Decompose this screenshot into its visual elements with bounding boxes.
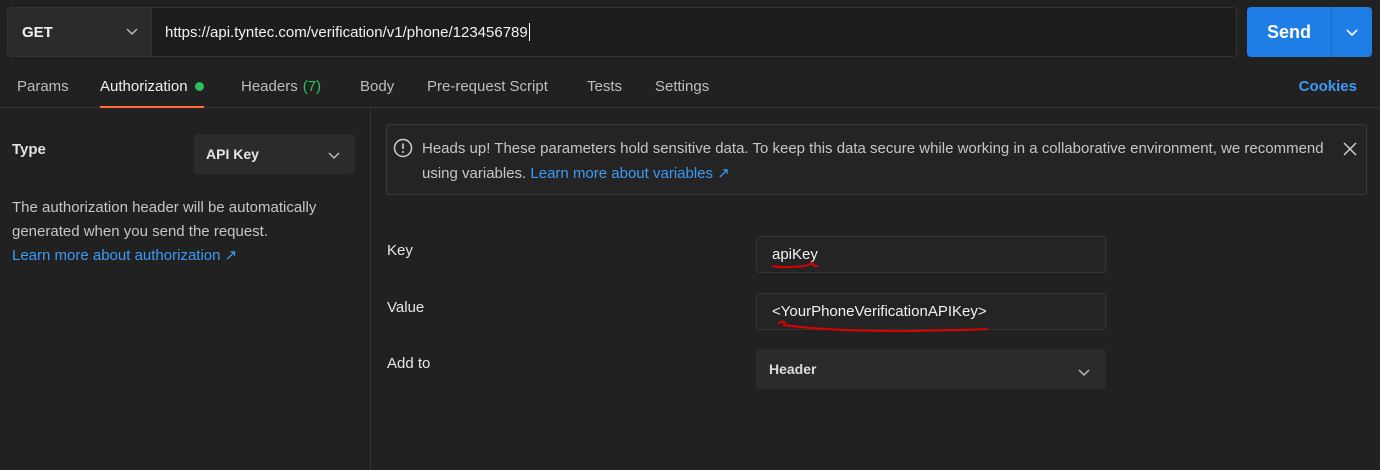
method-select[interactable]: GET — [8, 8, 152, 56]
url-text: https://api.tyntec.com/verification/v1/p… — [165, 23, 528, 41]
add-to-select[interactable]: Header — [756, 349, 1106, 389]
key-label: Key — [387, 242, 413, 259]
type-label: Type — [12, 141, 46, 158]
auth-type-value: API Key — [206, 146, 259, 162]
learn-more-authorization-link[interactable]: Learn more about authorization ↗ — [12, 247, 237, 264]
headers-count-badge: (7) — [302, 77, 322, 95]
tab-label: Pre-request Script — [427, 77, 548, 95]
request-tabs: Params Authorization Headers (7) Body Pre… — [0, 64, 1380, 108]
info-icon — [393, 138, 413, 158]
tab-pre-request-script[interactable]: Pre-request Script — [427, 64, 548, 108]
tab-label: Params — [17, 77, 69, 95]
tab-headers[interactable]: Headers (7) — [241, 64, 321, 108]
auth-type-panel: Type API Key The authorization header wi… — [0, 108, 371, 470]
sensitive-data-notice: Heads up! These parameters hold sensitiv… — [386, 124, 1367, 195]
tab-label: Body — [360, 77, 395, 95]
add-to-label: Add to — [387, 355, 431, 372]
add-to-value: Header — [769, 361, 817, 377]
notice-text: Heads up! These parameters hold sensitiv… — [422, 136, 1332, 186]
chevron-down-icon — [1078, 369, 1090, 377]
tab-settings[interactable]: Settings — [655, 64, 709, 108]
send-button[interactable]: Send — [1247, 7, 1332, 57]
key-input[interactable]: apiKey — [756, 236, 1106, 273]
chevron-down-icon — [126, 28, 138, 36]
request-bar: GET https://api.tyntec.com/verification/… — [7, 7, 1237, 57]
tab-body[interactable]: Body — [360, 64, 394, 108]
value-value: <YourPhoneVerificationAPIKey> — [772, 303, 987, 320]
chevron-down-icon — [328, 152, 340, 160]
learn-more-variables-link[interactable]: Learn more about variables ↗ — [530, 165, 729, 182]
chevron-down-icon — [1346, 29, 1358, 37]
tab-label: Authorization — [100, 77, 188, 95]
active-indicator-dot — [194, 81, 204, 91]
auth-description-text: The authorization header will be automat… — [12, 199, 317, 240]
tab-authorization[interactable]: Authorization — [100, 64, 204, 108]
auth-description: The authorization header will be automat… — [12, 196, 357, 268]
tab-label: Headers — [241, 77, 298, 95]
auth-type-select[interactable]: API Key — [194, 134, 355, 174]
key-value: apiKey — [772, 246, 818, 263]
tab-label: Settings — [655, 77, 710, 95]
url-input[interactable]: https://api.tyntec.com/verification/v1/p… — [152, 8, 1236, 56]
text-caret — [528, 23, 530, 41]
tab-params[interactable]: Params — [17, 64, 69, 108]
tab-label: Tests — [587, 77, 623, 95]
method-label: GET — [22, 23, 53, 41]
value-input[interactable]: <YourPhoneVerificationAPIKey> — [756, 293, 1106, 330]
send-button-group: Send — [1247, 7, 1372, 57]
cookies-link[interactable]: Cookies — [1299, 64, 1357, 108]
send-options-button[interactable] — [1332, 7, 1372, 57]
value-label: Value — [387, 299, 425, 316]
tab-tests[interactable]: Tests — [587, 64, 622, 108]
close-icon[interactable] — [1342, 141, 1358, 157]
